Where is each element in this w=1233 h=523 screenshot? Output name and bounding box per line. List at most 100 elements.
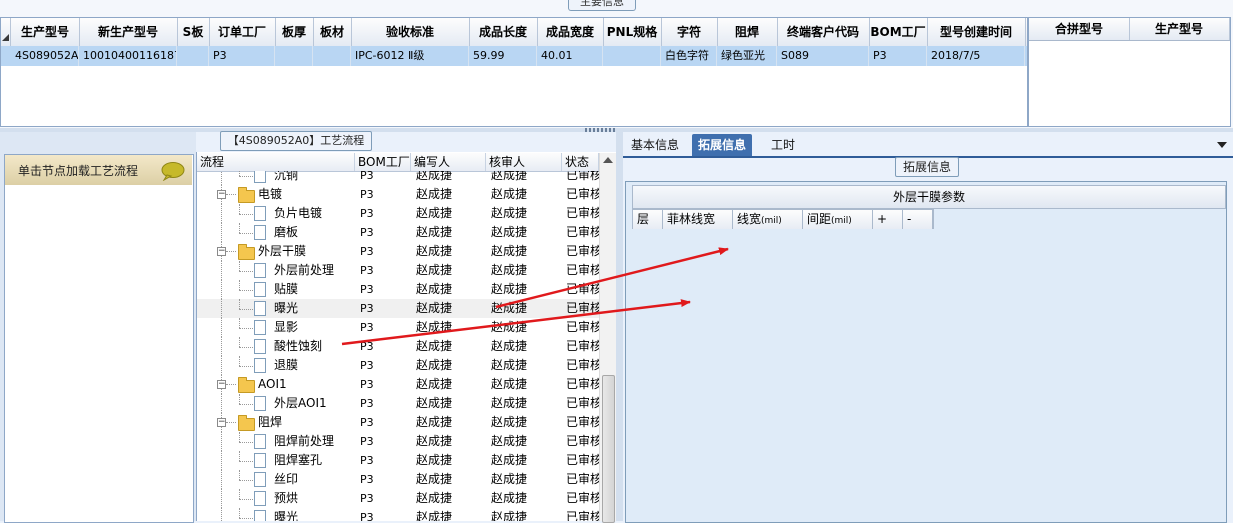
tree-row[interactable]: 丝印 P3 赵成捷 赵成捷 已审核 xyxy=(197,470,599,489)
tree-connector xyxy=(221,451,222,470)
col-header[interactable]: 核审人 xyxy=(486,153,562,171)
tree-connector xyxy=(239,356,240,366)
col-header[interactable]: BOM工厂 xyxy=(869,18,928,46)
main-info-title: 主要信息 xyxy=(568,0,636,11)
tree-row[interactable]: 预烘 P3 赵成捷 赵成捷 已审核 xyxy=(197,489,599,508)
tree-row[interactable]: 曝光 P3 赵成捷 赵成捷 已审核 xyxy=(197,299,599,318)
tree-cell-status: 已审核 xyxy=(566,472,599,486)
tree-cell-writer: 赵成捷 xyxy=(416,358,453,372)
main-info-grid[interactable]: 生产型号 新生产型号 S板 订单工厂 板厚 板材 验收标准 成品长度 成品宽度 … xyxy=(0,17,1028,127)
cell-solder-mask[interactable]: 绿色亚光 xyxy=(717,46,777,66)
params-grid-body[interactable] xyxy=(632,229,1224,520)
col-header[interactable]: 型号创建时间 xyxy=(927,18,1026,46)
cell-create-time[interactable]: 2018/7/5 xyxy=(927,46,1025,66)
tree-row[interactable]: 负片电镀 P3 赵成捷 赵成捷 已审核 xyxy=(197,204,599,223)
cell-material[interactable] xyxy=(313,46,351,66)
col-header[interactable]: 成品长度 xyxy=(469,18,538,46)
col-header[interactable]: 阻焊 xyxy=(717,18,778,46)
tree-row[interactable]: 显影 P3 赵成捷 赵成捷 已审核 xyxy=(197,318,599,337)
tree-row[interactable]: 阻焊前处理 P3 赵成捷 赵成捷 已审核 xyxy=(197,432,599,451)
col-header-line-width[interactable]: 线宽(mil) xyxy=(733,210,803,229)
tree-row[interactable]: − AOI1 P3 赵成捷 赵成捷 已审核 xyxy=(197,375,599,394)
tree-cell-reviewer: 赵成捷 xyxy=(491,301,528,315)
col-header[interactable]: 字符 xyxy=(661,18,718,46)
process-hint-box[interactable] xyxy=(4,154,194,523)
tree-cell-bom: P3 xyxy=(360,171,374,182)
cell-bom-factory[interactable]: P3 xyxy=(869,46,927,66)
remove-column-button[interactable]: - xyxy=(903,210,933,229)
col-header[interactable]: 板材 xyxy=(313,18,352,46)
col-header[interactable]: 终端客户代码 xyxy=(777,18,870,46)
tree-row[interactable]: 退膜 P3 赵成捷 赵成捷 已审核 xyxy=(197,356,599,375)
cell-length[interactable]: 59.99 xyxy=(469,46,537,66)
tree-row[interactable]: − 电镀 P3 赵成捷 赵成捷 已审核 xyxy=(197,185,599,204)
tab-basic-info[interactable]: 基本信息 xyxy=(625,134,685,156)
col-header[interactable]: 板厚 xyxy=(275,18,314,46)
collapse-icon[interactable]: − xyxy=(217,247,226,256)
cell-customer-code[interactable]: S089 xyxy=(777,46,869,66)
cell-production-model[interactable]: 4S089052A0 xyxy=(11,46,79,66)
tree-row[interactable]: 阻焊塞孔 P3 赵成捷 赵成捷 已审核 xyxy=(197,451,599,470)
tree-row[interactable]: 酸性蚀刻 P3 赵成捷 赵成捷 已审核 xyxy=(197,337,599,356)
tree-row[interactable]: 外层AOI1 P3 赵成捷 赵成捷 已审核 xyxy=(197,394,599,413)
tree-connector xyxy=(226,422,236,423)
tree-row[interactable]: 沉铜 P3 赵成捷 赵成捷 已审核 xyxy=(197,171,599,185)
cell-pnl[interactable] xyxy=(603,46,661,66)
tree-cell-bom: P3 xyxy=(360,283,374,296)
chevron-down-icon[interactable] xyxy=(1217,142,1227,148)
tree-connector xyxy=(239,480,253,481)
document-icon xyxy=(254,171,266,183)
vertical-splitter[interactable] xyxy=(616,132,623,521)
tab-extension-info[interactable]: 拓展信息 xyxy=(692,134,753,156)
tree-row[interactable]: − 阻焊 P3 赵成捷 赵成捷 已审核 xyxy=(197,413,599,432)
col-header-layer[interactable]: 层 xyxy=(633,210,663,229)
collapse-icon[interactable]: − xyxy=(217,380,226,389)
tree-row[interactable]: 磨板 P3 赵成捷 赵成捷 已审核 xyxy=(197,223,599,242)
col-header[interactable]: BOM工厂 xyxy=(355,153,411,171)
add-column-button[interactable]: + xyxy=(873,210,903,229)
tree-row[interactable]: 曝光 P3 赵成捷 赵成捷 已审核 xyxy=(197,508,599,521)
scroll-up-icon[interactable] xyxy=(603,157,613,163)
col-header[interactable]: 生产型号 xyxy=(11,18,80,46)
col-header-film-width[interactable]: 菲林线宽 xyxy=(663,210,733,229)
merge-model-grid[interactable]: 合拼型号 生产型号 xyxy=(1028,17,1231,127)
tree-node-label: 阻焊塞孔 xyxy=(274,453,323,467)
cell-new-model[interactable]: 10010400116187 xyxy=(79,46,177,66)
col-header[interactable]: 成品宽度 xyxy=(537,18,604,46)
col-header[interactable]: 编写人 xyxy=(411,153,486,171)
col-header[interactable]: 流程 xyxy=(197,153,355,171)
col-header[interactable]: 订单工厂 xyxy=(209,18,276,46)
col-header[interactable]: PNL规格 xyxy=(603,18,662,46)
process-tree[interactable]: 沉铜 P3 赵成捷 赵成捷 已审核 − 电镀 P3 赵成捷 赵成捷 已审核 负片电镀 P3 赵成捷 赵成捷已… xyxy=(197,171,599,521)
col-header[interactable]: 状态 xyxy=(562,153,599,171)
splitter-grip-icon[interactable] xyxy=(585,128,615,132)
cell-order-factory[interactable]: P3 xyxy=(209,46,275,66)
tree-row[interactable]: 贴膜 P3 赵成捷 赵成捷 已审核 xyxy=(197,280,599,299)
tree-row[interactable]: − 外层干膜 P3 赵成捷 赵成捷 已审核 xyxy=(197,242,599,261)
tree-cell-status: 已审核 xyxy=(566,244,599,258)
collapse-icon[interactable]: − xyxy=(217,190,226,199)
col-header[interactable]: 合拼型号 xyxy=(1029,18,1130,40)
col-header[interactable]: 验收标准 xyxy=(351,18,470,46)
tree-row[interactable]: 外层前处理 P3 赵成捷 赵成捷 已审核 xyxy=(197,261,599,280)
tree-cell-reviewer: 赵成捷 xyxy=(491,453,528,467)
tree-connector xyxy=(239,318,240,328)
col-header[interactable]: 新生产型号 xyxy=(79,18,178,46)
scrollbar-thumb[interactable] xyxy=(602,375,615,523)
col-header[interactable]: 生产型号 xyxy=(1129,18,1230,40)
tab-work-hours[interactable]: 工时 xyxy=(765,134,801,156)
col-header-spacing[interactable]: 间距(mil) xyxy=(803,210,873,229)
col-label: + xyxy=(877,212,888,226)
cell-s-board[interactable] xyxy=(177,46,209,66)
cell-width[interactable]: 40.01 xyxy=(537,46,603,66)
cell-legend[interactable]: 白色字符 xyxy=(661,46,717,66)
tree-scrollbar[interactable] xyxy=(599,153,616,523)
cell-acceptance[interactable]: IPC-6012 Ⅱ级 xyxy=(351,46,469,66)
tree-cell-reviewer: 赵成捷 xyxy=(491,244,528,258)
collapse-icon[interactable]: − xyxy=(217,418,226,427)
tree-connector xyxy=(221,337,222,356)
col-header[interactable]: S板 xyxy=(177,18,210,46)
tree-cell-bom: P3 xyxy=(360,264,374,277)
table-row[interactable]: 4S089052A0 10010400116187 P3 IPC-6012 Ⅱ级… xyxy=(1,46,1027,66)
cell-thickness[interactable] xyxy=(275,46,313,66)
